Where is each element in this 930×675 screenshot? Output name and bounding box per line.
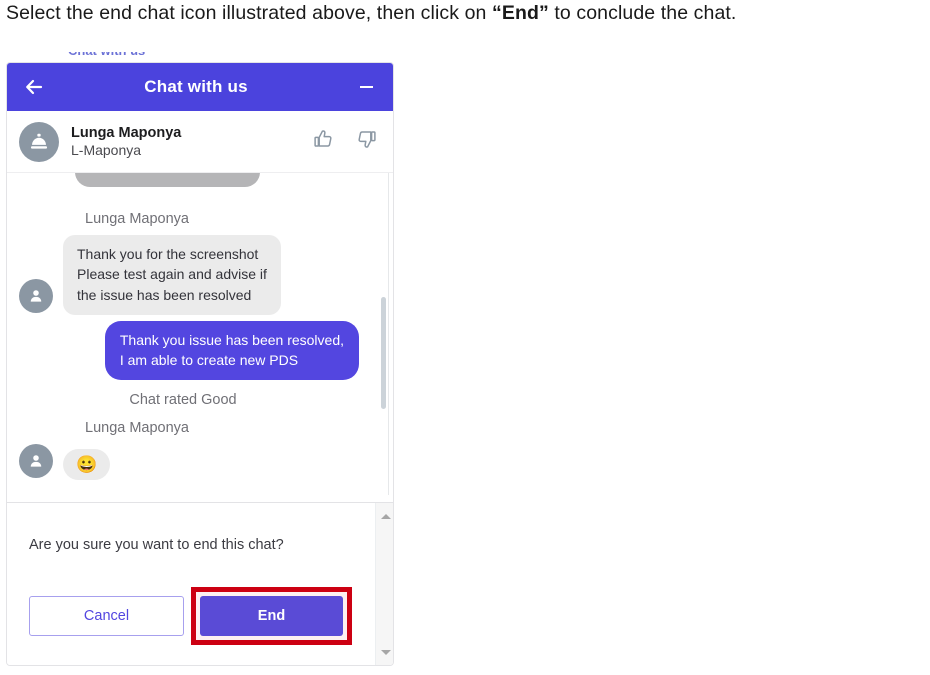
end-button[interactable]: End <box>200 596 343 636</box>
instruction-text: Select the end chat icon illustrated abo… <box>6 2 736 25</box>
minimize-icon <box>359 86 373 88</box>
message-sender-label: Lunga Maponya <box>85 420 189 437</box>
agent-avatar <box>19 121 59 162</box>
person-icon <box>30 455 42 468</box>
dialog-scrollbar[interactable] <box>375 503 393 665</box>
messages-scrollbar-track <box>388 173 389 495</box>
cancel-button[interactable]: Cancel <box>29 596 184 636</box>
thumbs-down-icon <box>358 131 376 148</box>
chat-header: Chat with us <box>7 63 393 111</box>
messages-scrollbar-thumb[interactable] <box>381 297 386 409</box>
clipped-text-label: Chat with us <box>68 52 145 58</box>
chat-title: Chat with us <box>144 77 248 96</box>
thumbs-up-button[interactable] <box>311 127 335 156</box>
message-line: Thank you issue has been resolved, <box>119 331 344 348</box>
message-line: Please test again and advise if <box>77 266 267 283</box>
message-bubble-agent: Thank you for the screenshot Please test… <box>63 235 281 315</box>
agent-bar: Lunga Maponya L-Maponya <box>7 111 393 173</box>
message-bubble-emoji: 😀 <box>63 448 111 481</box>
messages-scrollbar[interactable] <box>379 173 389 495</box>
confirm-dialog-buttons: Cancel End <box>29 587 352 645</box>
triangle-up-icon <box>381 513 391 519</box>
message-list[interactable]: Lunga Maponya Thank you for the screensh… <box>7 173 393 495</box>
thumbs-down-button[interactable] <box>355 127 379 156</box>
clipped-message-bubble <box>75 173 260 187</box>
instruction-bold-end: “End” <box>492 2 549 24</box>
message-avatar <box>19 444 53 479</box>
message-row-outgoing: Thank you issue has been resolved, I am … <box>19 320 377 381</box>
message-line: the issue has been resolved <box>77 286 252 303</box>
dialog-scroll-up-button[interactable] <box>376 507 393 525</box>
end-button-highlight-box: End <box>191 587 352 645</box>
agent-identity: Lunga Maponya L-Maponya <box>71 124 311 160</box>
chat-rating-status: Chat rated Good <box>129 392 237 409</box>
person-icon <box>30 290 42 302</box>
confirm-question: Are you sure you want to end this chat? <box>29 537 284 553</box>
rating-icons <box>311 127 379 156</box>
message-bubble-user: Thank you issue has been resolved, I am … <box>104 320 359 381</box>
chat-widget: Chat with us Lunga Maponya L-Maponya Lun… <box>6 62 394 666</box>
agent-name: Lunga Maponya <box>71 124 182 141</box>
instruction-part2: to conclude the chat. <box>548 2 737 24</box>
minimize-button[interactable] <box>353 74 379 100</box>
message-row-incoming: Thank you for the screenshot Please test… <box>19 235 377 315</box>
dialog-scroll-down-button[interactable] <box>376 643 393 661</box>
message-line: Thank you for the screenshot <box>77 246 259 262</box>
agent-handle: L-Maponya <box>71 141 142 158</box>
end-chat-confirm-dialog: Are you sure you want to end this chat? … <box>7 502 393 665</box>
confirm-dialog-content: Are you sure you want to end this chat? … <box>7 503 375 665</box>
message-line: I am able to create new PDS <box>119 352 299 369</box>
service-bell-icon <box>30 133 48 149</box>
message-row-emoji: 😀 <box>19 444 377 481</box>
instruction-part1: Select the end chat icon illustrated abo… <box>6 2 493 24</box>
thumbs-up-icon <box>314 130 332 147</box>
grinning-face-icon: 😀 <box>76 454 98 474</box>
triangle-down-icon <box>381 649 391 655</box>
message-avatar <box>19 278 53 313</box>
